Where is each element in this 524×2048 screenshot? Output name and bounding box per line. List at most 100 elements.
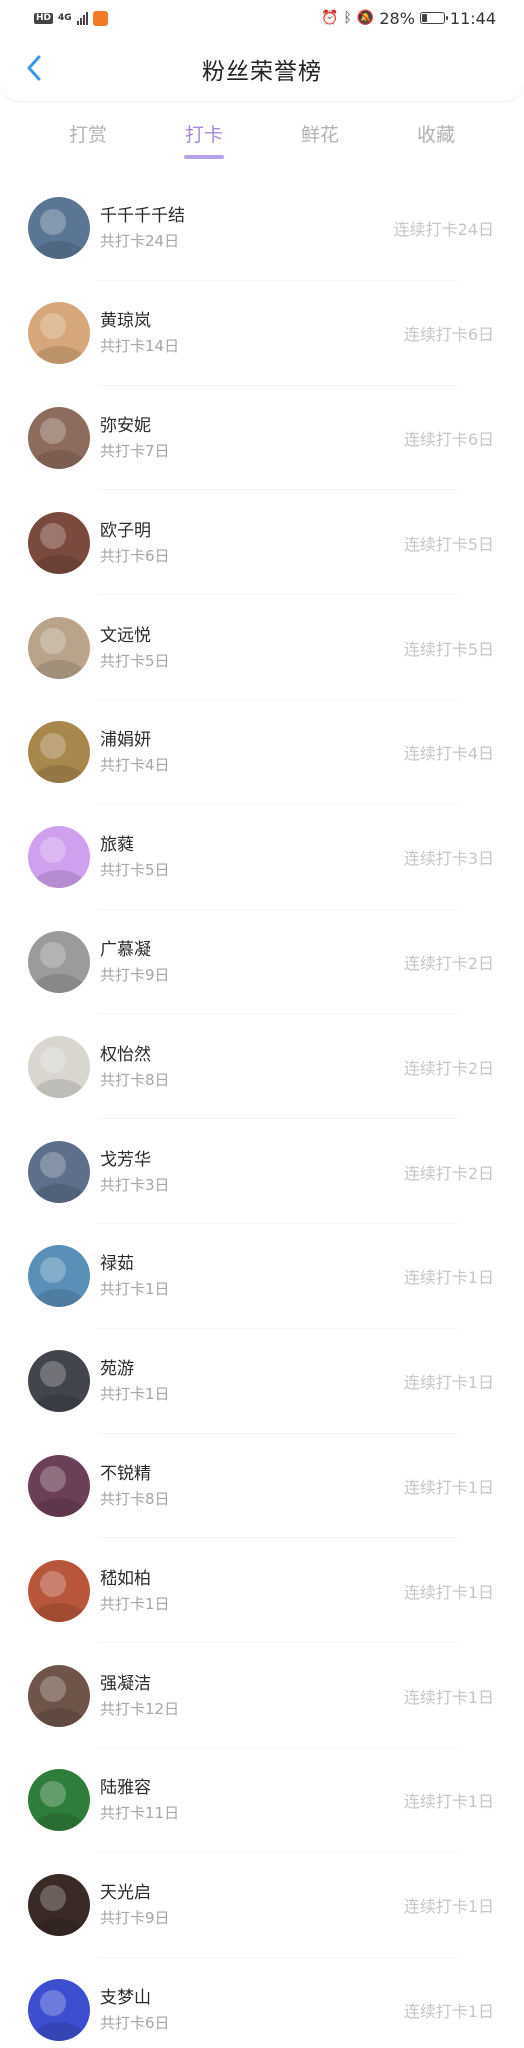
battery-percent: 28% <box>379 8 415 28</box>
streak-checkin-days: 连续打卡24日 <box>393 220 494 240</box>
streak-checkin-days: 连续打卡1日 <box>403 1268 494 1288</box>
fan-info: 旅蕤 共打卡5日 <box>100 833 404 881</box>
fan-name: 弥安妮 <box>100 415 151 436</box>
avatar[interactable] <box>28 1245 90 1308</box>
fan-name: 禄茹 <box>100 1254 134 1275</box>
total-checkin-days: 共打卡1日 <box>100 1594 170 1613</box>
tab-bar: 打赏 打卡 鲜花 收藏 <box>0 110 524 166</box>
list-item[interactable]: 支梦山 共打卡6日 连续打卡1日 <box>0 1958 524 2048</box>
bluetooth-icon: ᛒ <box>343 10 352 26</box>
fan-name: 广慕凝 <box>100 939 151 960</box>
streak-checkin-days: 连续打卡2日 <box>403 953 494 973</box>
avatar[interactable] <box>28 1874 90 1937</box>
fan-name: 不锐精 <box>100 1463 151 1484</box>
list-item[interactable]: 黄琼岚 共打卡14日 连续打卡6日 <box>0 281 524 386</box>
streak-checkin-days: 连续打卡1日 <box>403 1687 494 1707</box>
fan-name: 权怡然 <box>100 1044 151 1065</box>
avatar[interactable] <box>28 1978 90 2041</box>
avatar[interactable] <box>28 1140 90 1203</box>
avatar[interactable] <box>28 302 90 365</box>
list-item[interactable]: 戈芳华 共打卡3日 连续打卡2日 <box>0 1119 524 1224</box>
fan-name: 苑游 <box>100 1359 134 1380</box>
avatar[interactable] <box>28 930 90 993</box>
battery-icon <box>419 12 448 24</box>
battery-level <box>421 14 427 22</box>
list-item[interactable]: 浦娟妍 共打卡4日 连续打卡4日 <box>0 700 524 805</box>
fan-info: 不锐精共打卡8日 <box>100 1462 404 1510</box>
list-item[interactable]: 旅蕤 共打卡5日 连续打卡3日 <box>0 805 524 910</box>
avatar[interactable] <box>28 511 90 574</box>
tab-3[interactable]: 收藏 <box>396 110 476 166</box>
hd-badge: HD <box>34 12 54 24</box>
total-checkin-days: 共打卡6日 <box>100 2013 170 2032</box>
fan-info: 文远悦 共打卡5日 <box>100 624 404 672</box>
streak-checkin-days: 连续打卡1日 <box>403 1582 494 1602</box>
list-item[interactable]: 千千千千结共打卡24日 连续打卡24日 <box>0 176 524 281</box>
notification-app-icon <box>92 10 108 26</box>
avatar[interactable] <box>28 1350 90 1413</box>
avatar[interactable] <box>28 1035 90 1098</box>
total-checkin-days: 共打卡24日 <box>100 232 180 251</box>
total-checkin-days: 共打卡5日 <box>100 861 170 880</box>
fan-info: 黄琼岚共打卡14日 <box>100 309 404 357</box>
fan-info: 弥安妮 共打卡7日 <box>100 414 404 462</box>
list-item[interactable]: 文远悦 共打卡5日 连续打卡5日 <box>0 595 524 700</box>
total-checkin-days: 共打卡6日 <box>100 546 170 565</box>
streak-checkin-days: 连续打卡6日 <box>403 325 494 345</box>
list-item[interactable]: 嵇如柏 共打卡1日 连续打卡1日 <box>0 1538 524 1643</box>
avatar[interactable] <box>28 197 90 260</box>
header: 粉丝荣誉榜 <box>0 36 524 102</box>
avatar[interactable] <box>28 1769 90 1832</box>
avatar[interactable] <box>28 826 90 889</box>
alarm-icon: ⏰ <box>321 10 339 26</box>
streak-checkin-days: 连续打卡5日 <box>403 639 494 659</box>
total-checkin-days: 共打卡4日 <box>100 756 170 775</box>
fan-info: 苑游 共打卡1日 <box>100 1357 404 1405</box>
avatar[interactable] <box>28 1454 90 1517</box>
fan-ranking-list: 千千千千结 共打卡24日 连续打卡24日 黄琼岚 共打卡14日 连续打卡6日 弥安妮 共打卡7… <box>0 176 524 2048</box>
tab-2[interactable]: 鲜花 <box>280 110 360 166</box>
list-item[interactable]: 苑游 共打卡1日 连续打卡1日 <box>0 1329 524 1434</box>
streak-checkin-days: 连续打卡1日 <box>403 1477 494 1497</box>
status-right: ⏰ ᛒ 🔕 28% 11:44 <box>321 9 496 28</box>
fan-info: 欧子明 共打卡6日 <box>100 519 404 567</box>
fan-name: 强凝洁 <box>100 1673 151 1694</box>
fan-info: 浦娟妍共打卡4日 <box>100 728 404 776</box>
list-item[interactable]: 禄茹 共打卡1日 连续打卡1日 <box>0 1224 524 1329</box>
tab-0[interactable]: 打赏 <box>48 110 128 166</box>
avatar[interactable] <box>28 1664 90 1727</box>
list-item[interactable]: 陆雅容 共打卡11日 连续打卡1日 <box>0 1748 524 1853</box>
list-item[interactable]: 强凝洁 共打卡12日 连续打卡1日 <box>0 1643 524 1748</box>
page-title: 粉丝荣誉榜 <box>202 58 322 85</box>
fan-name: 戈芳华 <box>100 1149 151 1170</box>
total-checkin-days: 共打卡3日 <box>100 1175 170 1194</box>
list-item[interactable]: 天光启 共打卡9日 连续打卡1日 <box>0 1853 524 1958</box>
list-item[interactable]: 广慕凝共打卡9日 连续打卡2日 <box>0 910 524 1015</box>
avatar[interactable] <box>28 616 90 679</box>
fan-name: 千千千千结 <box>100 206 185 227</box>
fan-name: 天光启 <box>100 1883 151 1904</box>
fan-info: 戈芳华共打卡3日 <box>100 1148 404 1196</box>
total-checkin-days: 共打卡14日 <box>100 337 180 356</box>
total-checkin-days: 共打卡9日 <box>100 965 170 984</box>
avatar[interactable] <box>28 406 90 469</box>
back-button[interactable] <box>14 48 54 88</box>
avatar[interactable] <box>28 721 90 784</box>
fan-name: 浦娟妍 <box>100 730 151 751</box>
avatar[interactable] <box>28 1559 90 1622</box>
fan-name: 支梦山 <box>100 1987 151 2008</box>
chevron-left-icon <box>27 55 41 81</box>
fan-info: 禄茹 共打卡1日 <box>100 1252 404 1300</box>
total-checkin-days: 共打卡12日 <box>100 1699 180 1718</box>
list-item[interactable]: 权怡然 共打卡8日 连续打卡2日 <box>0 1014 524 1119</box>
total-checkin-days: 共打卡8日 <box>100 1489 170 1508</box>
fan-info: 权怡然 共打卡8日 <box>100 1043 404 1091</box>
fan-name: 文远悦 <box>100 625 151 646</box>
signal-icon <box>76 11 88 25</box>
list-item[interactable]: 不锐精 共打卡8日 连续打卡1日 <box>0 1434 524 1539</box>
tab-1[interactable]: 打卡 <box>164 110 244 166</box>
list-item[interactable]: 欧子明 共打卡6日 连续打卡5日 <box>0 490 524 595</box>
list-item[interactable]: 弥安妮 共打卡7日 连续打卡6日 <box>0 386 524 491</box>
fan-name: 黄琼岚 <box>100 311 151 332</box>
fan-info: 强凝洁共打卡12日 <box>100 1672 404 1720</box>
